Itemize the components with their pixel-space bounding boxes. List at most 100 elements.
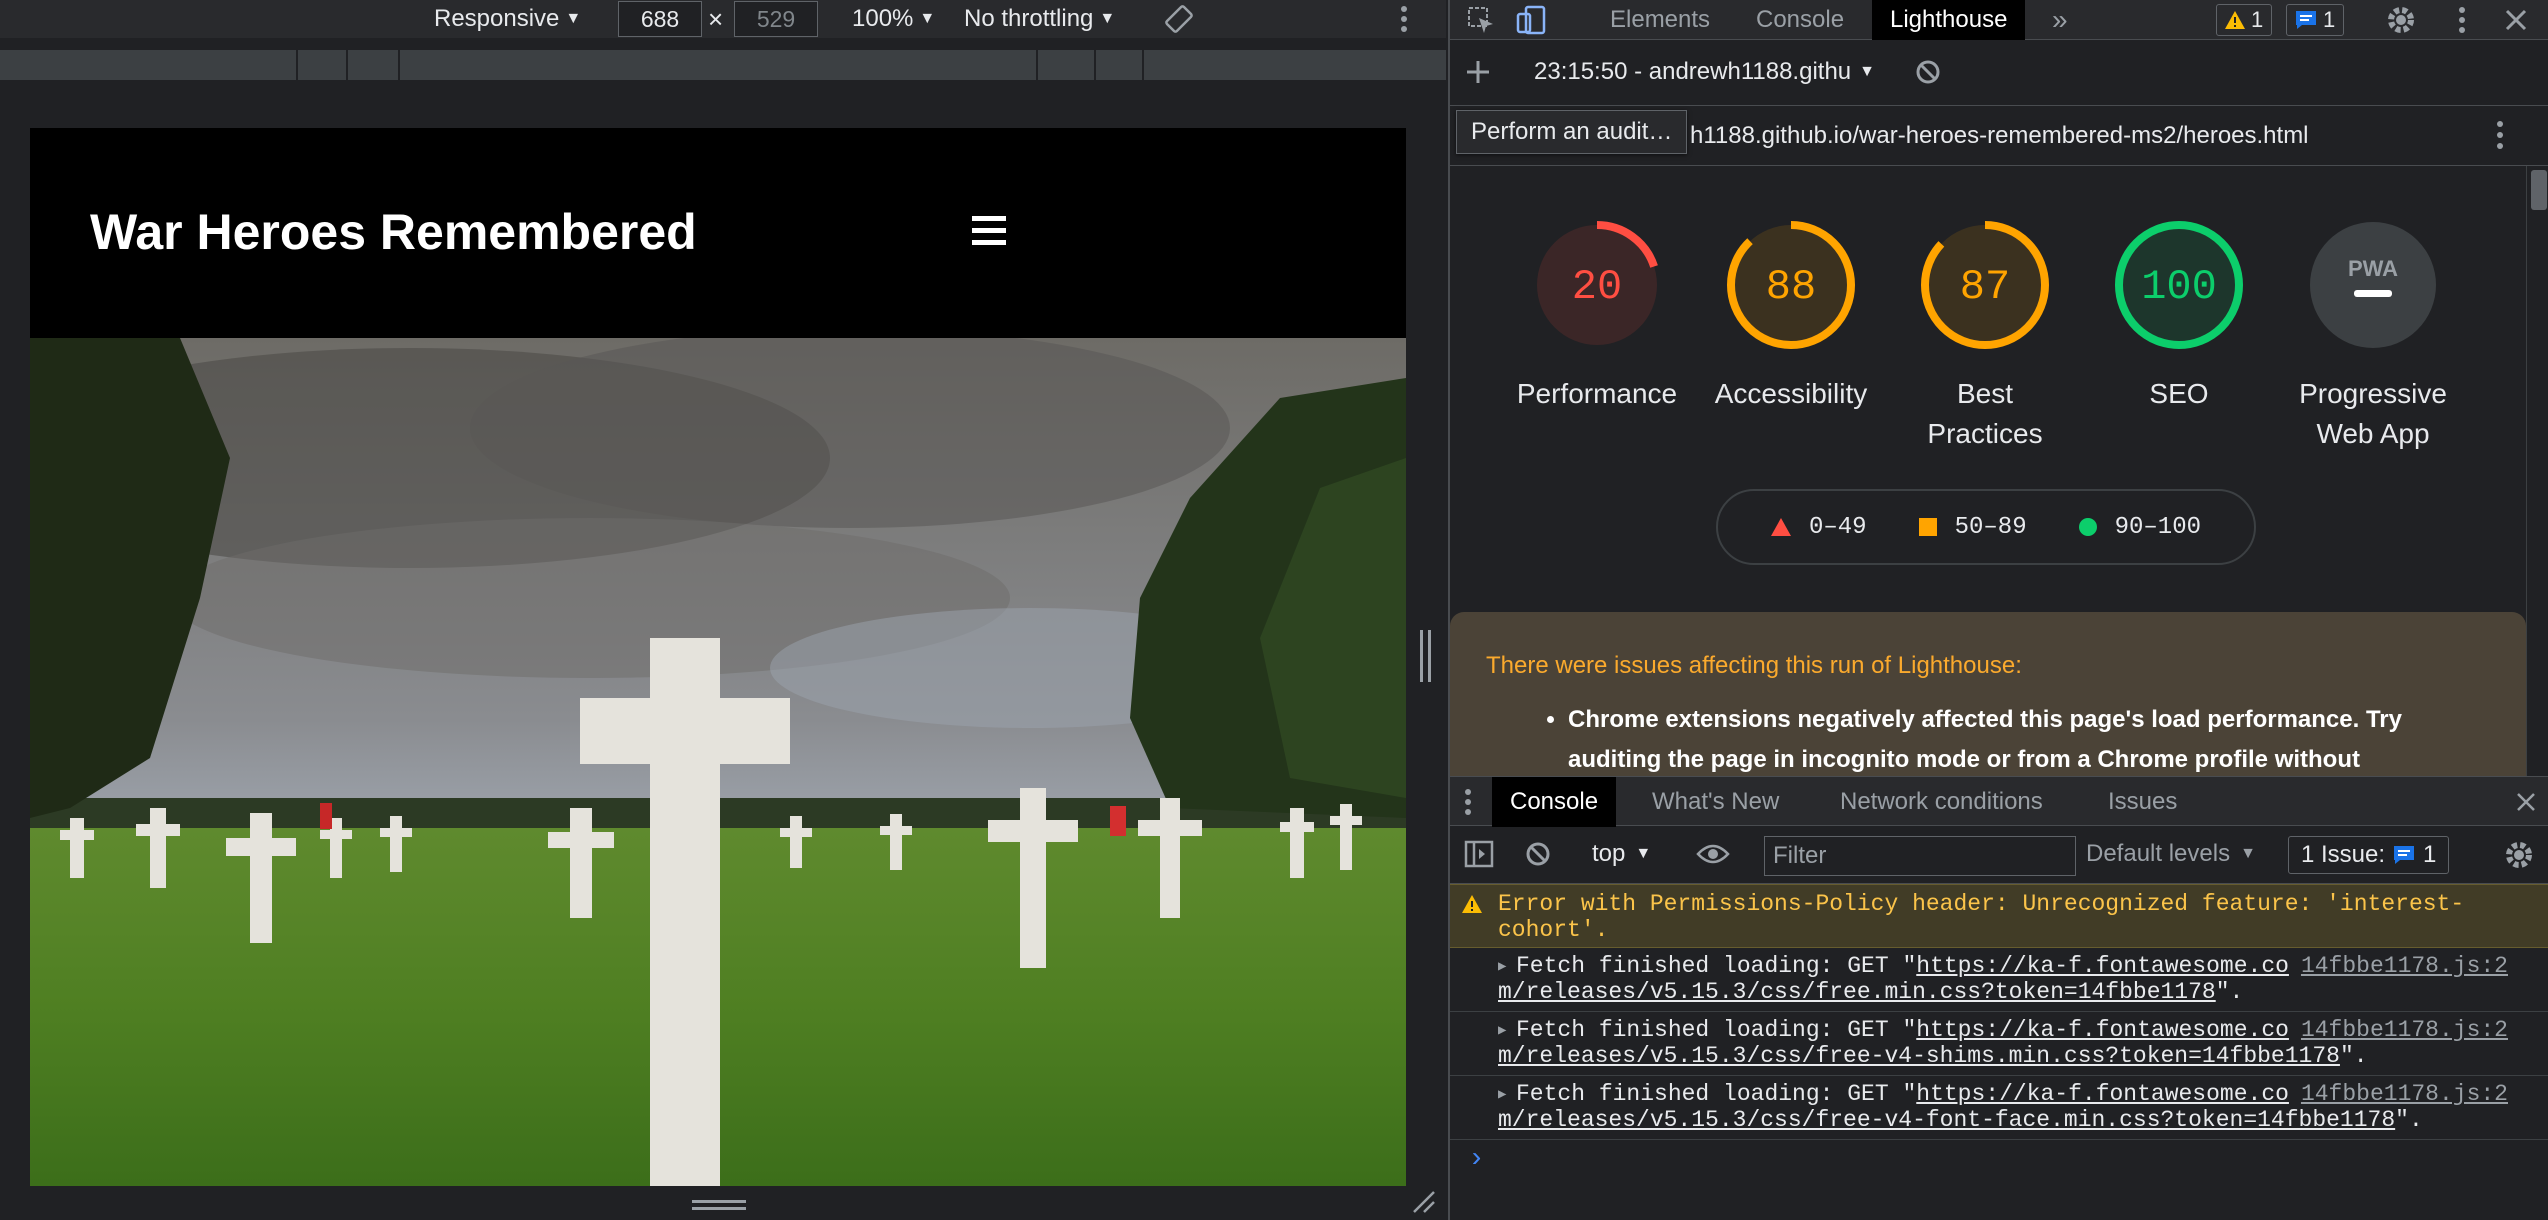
log-source-link[interactable]: 14fbbe1178.js:2	[2301, 953, 2508, 979]
log-link-cont[interactable]: m/releases/v5.15.3/css/free.min.css?toke…	[1498, 979, 2216, 1005]
tab-elements[interactable]: Elements	[1610, 0, 1710, 40]
log-source-link[interactable]: 14fbbe1178.js:2	[2301, 1081, 2508, 1107]
site-title[interactable]: War Heroes Remembered	[90, 203, 697, 261]
gauge-score: 88	[1766, 263, 1816, 311]
expand-arrow-icon[interactable]: ▶	[1498, 1018, 1506, 1044]
rotate-icon[interactable]	[1164, 0, 1194, 38]
width-input[interactable]: 688	[618, 1, 702, 37]
pwa-badge-icon: PWA	[2310, 222, 2436, 348]
gauge-ring: 100	[2115, 221, 2243, 349]
lighthouse-report: 20 Performance 88 Accessibility 87 Best P…	[1450, 166, 2526, 776]
height-input[interactable]: 529	[734, 1, 818, 37]
more-options-icon[interactable]	[1400, 0, 1408, 38]
device-select[interactable]: Responsive ▼	[434, 0, 581, 38]
drawer-tab-network-conditions[interactable]: Network conditions	[1840, 777, 2043, 827]
gauge-ring: 20	[1533, 221, 1661, 349]
tab-lighthouse[interactable]: Lighthouse	[1872, 0, 2026, 40]
perform-audit-tooltip: Perform an audit…	[1456, 110, 1688, 154]
drawer-menu-icon[interactable]	[1464, 777, 1472, 827]
log-suffix: ".	[2339, 1043, 2368, 1069]
console-warning-message[interactable]: Error with Permissions-Policy header: Un…	[1450, 884, 2548, 948]
expand-arrow-icon[interactable]: ▶	[1498, 1082, 1506, 1108]
console-prompt-icon[interactable]: ›	[1468, 1144, 1485, 1175]
legend-average-range: 50–89	[1954, 513, 2027, 541]
sidebar-toggle-icon[interactable]	[1464, 840, 1494, 875]
live-expression-eye-icon[interactable]	[1696, 842, 1730, 873]
chevron-down-icon: ▼	[1859, 63, 1875, 80]
viewport-resize-handle-right[interactable]	[1420, 630, 1434, 682]
log-link[interactable]: https://ka-f.fontawesome.co	[1916, 1081, 2289, 1107]
run-warnings-list: Chrome extensions negatively affected th…	[1486, 700, 2490, 776]
devtools-tab-bar: Elements Console Lighthouse » 1 1	[1450, 0, 2548, 40]
device-toolbar: Responsive ▼ 688 × 529 100% ▼ No throttl…	[0, 0, 1446, 38]
issues-counter-count: 1	[2423, 841, 2437, 868]
warnings-count: 1	[2251, 7, 2264, 32]
gauge-best-practices[interactable]: 87 Best Practices	[1900, 218, 2070, 454]
message-icon	[2296, 11, 2316, 29]
chevron-down-icon: ▼	[919, 10, 936, 27]
new-audit-plus-icon[interactable]	[1464, 58, 1492, 93]
media-query-ruler[interactable]	[0, 50, 1446, 80]
times-icon: ×	[708, 3, 724, 34]
log-link[interactable]: https://ka-f.fontawesome.co	[1916, 953, 2289, 979]
warnings-badge[interactable]: 1	[2216, 4, 2273, 36]
close-devtools-icon[interactable]	[2504, 0, 2528, 40]
report-scrollbar[interactable]	[2526, 166, 2548, 776]
legend-fail-range: 0–49	[1808, 513, 1867, 541]
issues-counter-button[interactable]: 1 Issue: 1	[2288, 836, 2450, 874]
warning-text-line2: cohort'.	[1498, 917, 1609, 943]
chevron-down-icon: ▼	[565, 10, 582, 27]
expand-arrow-icon[interactable]: ▶	[1498, 954, 1506, 980]
square-icon	[1918, 518, 1937, 536]
viewport-resize-handle-bottom[interactable]	[692, 1200, 746, 1212]
gauge-score: 20	[1572, 263, 1622, 311]
clear-console-icon[interactable]	[1524, 840, 1552, 875]
zoom-select[interactable]: 100% ▼	[852, 0, 935, 38]
log-link-cont[interactable]: m/releases/v5.15.3/css/free-v4-font-face…	[1498, 1107, 2395, 1133]
log-levels-select[interactable]: Default levels ▼	[2086, 840, 2256, 868]
viewport-resize-corner-icon[interactable]	[1410, 1188, 1438, 1216]
gauge-ring: 87	[1921, 221, 2049, 349]
messages-count: 1	[2323, 7, 2336, 32]
hamburger-menu-icon[interactable]	[972, 216, 1006, 246]
console-log-message[interactable]: ▶ Fetch finished loading: GET "https://k…	[1450, 1076, 2548, 1140]
pwa-text: PWA	[2348, 256, 2398, 281]
run-warnings-box: There were issues affecting this run of …	[1450, 612, 2526, 776]
clear-reports-icon[interactable]	[1914, 58, 1942, 93]
log-link-cont[interactable]: m/releases/v5.15.3/css/free-v4-shims.min…	[1498, 1043, 2340, 1069]
gauge-accessibility[interactable]: 88 Accessibility	[1706, 218, 1876, 414]
log-prefix: Fetch finished loading: GET "	[1516, 953, 1917, 979]
console-settings-gear-icon[interactable]	[2504, 840, 2534, 877]
drawer-tab-issues[interactable]: Issues	[2108, 777, 2177, 827]
drawer-tab-console[interactable]: Console	[1492, 777, 1617, 827]
gauge-performance[interactable]: 20 Performance	[1512, 218, 1682, 414]
gauge-label: Accessibility	[1714, 378, 1868, 409]
console-log-message[interactable]: ▶ Fetch finished loading: GET "https://k…	[1450, 948, 2548, 1012]
context-select[interactable]: top ▼	[1592, 840, 1651, 868]
gauge-pwa[interactable]: PWA Progressive Web App	[2288, 218, 2458, 454]
throttling-select[interactable]: No throttling ▼	[964, 0, 1115, 38]
legend-pass: 90–100	[2078, 514, 2201, 541]
close-drawer-icon[interactable]	[2516, 777, 2536, 827]
report-select[interactable]: 23:15:50 - andrewh1188.githu ▼	[1534, 58, 1875, 86]
inspect-element-icon[interactable]	[1466, 0, 1496, 40]
chevron-down-icon: ▼	[2240, 845, 2256, 862]
console-log-message[interactable]: ▶ Fetch finished loading: GET "https://k…	[1450, 1012, 2548, 1076]
log-link[interactable]: https://ka-f.fontawesome.co	[1916, 1017, 2289, 1043]
drawer-tab-whats-new[interactable]: What's New	[1652, 777, 1779, 827]
report-menu-icon[interactable]	[2496, 120, 2504, 157]
device-toggle-icon[interactable]	[1516, 0, 1546, 40]
messages-badge[interactable]: 1	[2286, 4, 2345, 36]
gauge-score: 100	[2141, 263, 2217, 311]
log-source-link[interactable]: 14fbbe1178.js:2	[2301, 1017, 2508, 1043]
console-filter-input[interactable]: Filter	[1764, 836, 2076, 876]
tab-console[interactable]: Console	[1756, 0, 1844, 40]
customize-menu-icon[interactable]	[2458, 0, 2466, 40]
report-select-label: 23:15:50 - andrewh1188.githu	[1534, 58, 1852, 85]
more-tabs-icon[interactable]: »	[2052, 0, 2068, 40]
settings-gear-icon[interactable]	[2386, 0, 2416, 40]
audited-url[interactable]: h1188.github.io/war-heroes-remembered-ms…	[1690, 122, 2309, 150]
context-label: top	[1592, 840, 1626, 867]
run-warning-item: Chrome extensions negatively affected th…	[1568, 700, 2490, 776]
gauge-seo[interactable]: 100 SEO	[2094, 218, 2264, 414]
